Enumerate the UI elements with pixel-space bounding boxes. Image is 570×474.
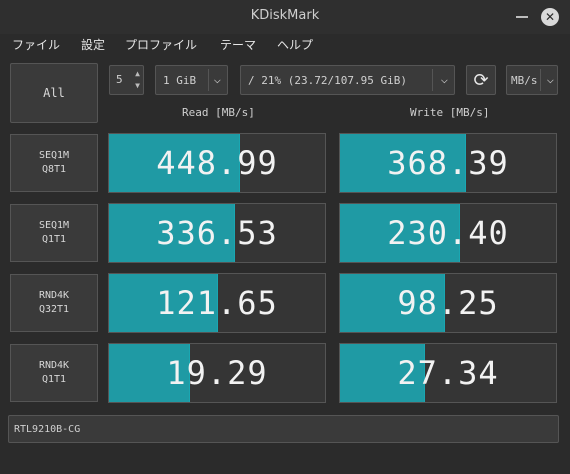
spin-down-icon[interactable]: ▼: [135, 81, 140, 90]
title-bar: KDiskMark ✕: [0, 0, 570, 34]
read-header: Read [MB/s]: [182, 106, 255, 119]
test-seq1m-q8t1-button[interactable]: SEQ1M Q8T1: [10, 134, 98, 192]
write-meter-seq1m-q8t1: 368.39: [339, 133, 557, 193]
test-seq1m-q1t1-button[interactable]: SEQ1M Q1T1: [10, 204, 98, 262]
read-meter-rnd4k-q32t1: 121.65: [108, 273, 326, 333]
read-meter-seq1m-q8t1: 448.99: [108, 133, 326, 193]
test-type: RND4K: [38, 360, 70, 371]
read-value: 19.29: [166, 354, 268, 392]
test-type: SEQ1M: [38, 220, 70, 231]
write-header: Write [MB/s]: [410, 106, 490, 119]
read-value: 121.65: [156, 284, 278, 322]
unit-value: MB/s: [511, 74, 538, 87]
size-value: 1 GiB: [163, 74, 197, 87]
read-meter-seq1m-q1t1: 336.53: [108, 203, 326, 263]
target-select[interactable]: / 21% (23.72/107.95 GiB) ⌵: [240, 65, 455, 95]
all-button[interactable]: All: [10, 63, 98, 123]
menu-file[interactable]: ファイル: [12, 36, 60, 53]
unit-select[interactable]: MB/s ⌵: [506, 65, 558, 95]
test-queue: Q1T1: [41, 234, 67, 245]
test-rnd4k-q32t1-button[interactable]: RND4K Q32T1: [10, 274, 98, 332]
chevron-down-icon: ⌵: [213, 72, 221, 86]
write-value: 368.39: [387, 144, 509, 182]
divider: [208, 69, 209, 91]
device-name: RTL9210B-CG: [14, 424, 81, 435]
device-info: RTL9210B-CG: [8, 415, 559, 443]
test-queue: Q1T1: [41, 374, 67, 385]
menu-profile[interactable]: プロファイル: [125, 36, 197, 53]
write-value: 27.34: [397, 354, 499, 392]
read-meter-rnd4k-q1t1: 19.29: [108, 343, 326, 403]
chevron-down-icon: ⌵: [546, 72, 554, 86]
test-type: RND4K: [38, 290, 70, 301]
read-value: 448.99: [156, 144, 278, 182]
test-rnd4k-q1t1-button[interactable]: RND4K Q1T1: [10, 344, 98, 402]
target-value: / 21% (23.72/107.95 GiB): [248, 74, 407, 87]
close-button[interactable]: ✕: [541, 8, 559, 26]
divider: [432, 69, 433, 91]
write-value: 230.40: [387, 214, 509, 252]
write-meter-rnd4k-q32t1: 98.25: [339, 273, 557, 333]
menu-help[interactable]: ヘルプ: [277, 36, 313, 53]
divider: [540, 69, 541, 91]
test-queue: Q32T1: [38, 304, 70, 315]
test-queue: Q8T1: [41, 164, 67, 175]
write-value: 98.25: [397, 284, 499, 322]
minimize-button[interactable]: [516, 16, 528, 18]
menu-bar: ファイル 設定 プロファイル テーマ ヘルプ: [0, 34, 570, 54]
window-title: KDiskMark: [250, 8, 320, 23]
write-meter-seq1m-q1t1: 230.40: [339, 203, 557, 263]
runs-value: 5: [116, 73, 123, 86]
chevron-down-icon: ⌵: [440, 72, 448, 86]
test-type: SEQ1M: [38, 150, 70, 161]
menu-theme[interactable]: テーマ: [220, 36, 256, 53]
refresh-icon: ⟳: [473, 69, 489, 91]
size-select[interactable]: 1 GiB ⌵: [155, 65, 228, 95]
refresh-button[interactable]: ⟳: [466, 65, 496, 95]
menu-settings[interactable]: 設定: [81, 36, 105, 53]
write-meter-rnd4k-q1t1: 27.34: [339, 343, 557, 403]
read-value: 336.53: [156, 214, 278, 252]
spin-up-icon[interactable]: ▲: [135, 69, 140, 78]
runs-spinbox[interactable]: 5 ▲ ▼: [109, 65, 144, 95]
